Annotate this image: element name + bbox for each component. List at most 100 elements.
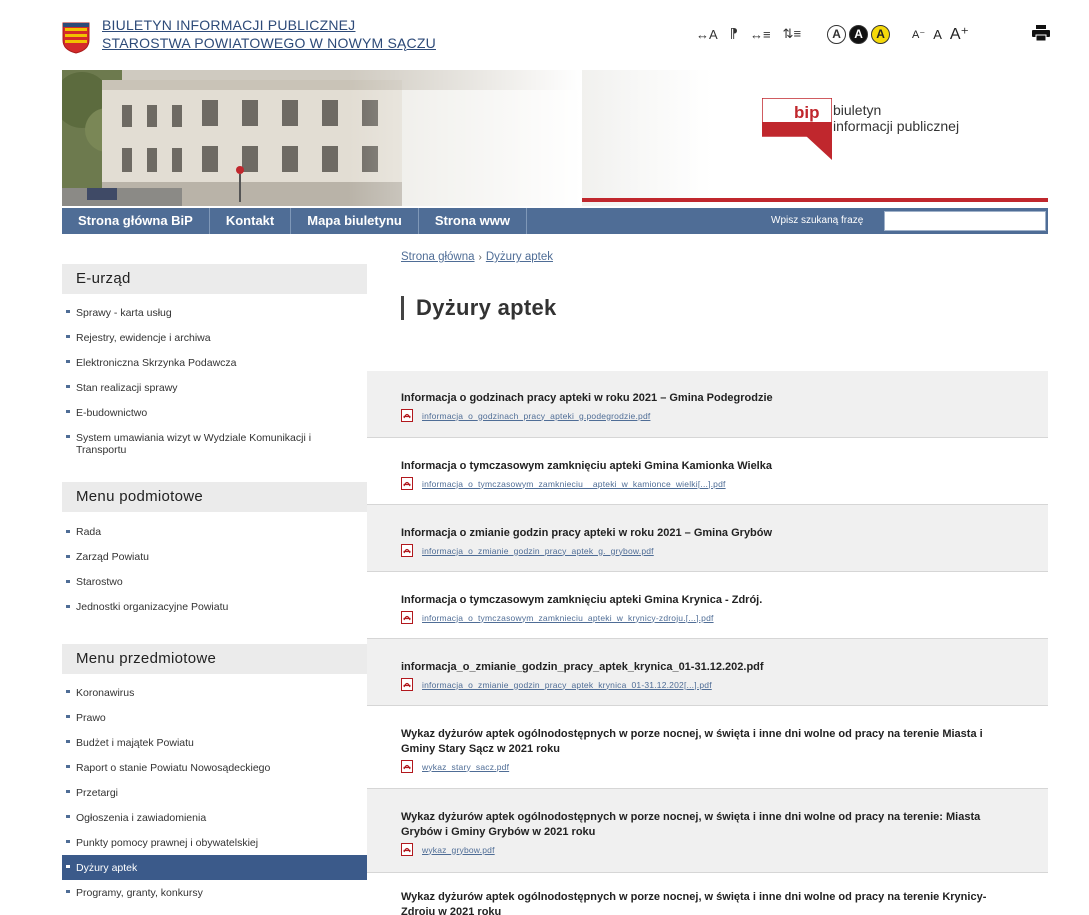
breadcrumb-separator: › bbox=[478, 252, 482, 263]
sidebar-list-menu-podmiotowe: Rada Zarząd Powiatu Starostwo Jednostki … bbox=[62, 512, 367, 620]
document-file-link[interactable]: wykaz_grybow.pdf bbox=[422, 845, 495, 855]
sidebar-item-sprawy[interactable]: Sprawy - karta usług bbox=[62, 300, 367, 325]
sidebar-section-e-urzad: E-urząd Sprawy - karta usług Rejestry, e… bbox=[62, 264, 367, 462]
main-navigation: Strona główna BiP Kontakt Mapa biuletynu… bbox=[62, 208, 1048, 234]
font-larger-button[interactable]: A⁺ bbox=[950, 24, 969, 44]
nav-item-contact[interactable]: Kontakt bbox=[210, 208, 292, 234]
search-label: Wpisz szukaną frazę bbox=[771, 215, 864, 226]
font-smaller-button[interactable]: A⁻ bbox=[912, 28, 925, 41]
page-title: Dyżury aptek bbox=[401, 296, 557, 320]
document-file: wykaz_grybow.pdf bbox=[401, 843, 1014, 856]
document-title: Informacja o godzinach pracy apteki w ro… bbox=[401, 392, 773, 404]
sidebar-heading-menu-przedmiotowe: Menu przedmiotowe bbox=[62, 644, 367, 674]
letter-spacing-button[interactable]: ↔A bbox=[696, 27, 718, 42]
sidebar-section-menu-podmiotowe: Menu podmiotowe Rada Zarząd Powiatu Star… bbox=[62, 482, 367, 620]
sidebar-item-dyzury-aptek[interactable]: Dyżury aptek bbox=[62, 855, 367, 880]
document-file-link[interactable]: wykaz_stary_sacz.pdf bbox=[422, 762, 509, 772]
breadcrumb-home-link[interactable]: Strona główna bbox=[401, 251, 475, 263]
contrast-default-button[interactable]: A bbox=[827, 24, 847, 44]
sidebar-list-e-urzad: Sprawy - karta usług Rejestry, ewidencje… bbox=[62, 294, 367, 462]
document-entry: informacja_o_zmianie_godzin_pracy_aptek_… bbox=[367, 639, 1048, 706]
document-file: informacja_o_godzinach_pracy_apteki_g.po… bbox=[401, 409, 1014, 422]
document-title: Wykaz dyżurów aptek ogólnodostępnych w p… bbox=[401, 811, 981, 838]
pdf-icon bbox=[401, 678, 413, 691]
document-entry: Informacja o zmianie godzin pracy apteki… bbox=[367, 505, 1048, 572]
document-title: informacja_o_zmianie_godzin_pracy_aptek_… bbox=[401, 661, 764, 673]
site-title-link[interactable]: BIULETYN INFORMACJI PUBLICZNEJ STAROSTWA… bbox=[102, 16, 436, 52]
breadcrumb: Strona główna › Dyżury aptek bbox=[401, 251, 553, 263]
sidebar-item-e-budownictwo[interactable]: E-budownictwo bbox=[62, 400, 367, 425]
sidebar-item-rada[interactable]: Rada bbox=[62, 520, 367, 545]
bip-caption-line1: biuletyn bbox=[833, 102, 882, 118]
document-file-link[interactable]: informacja_o_zmianie_godzin_pracy_aptek_… bbox=[422, 680, 712, 690]
pdf-icon bbox=[401, 544, 413, 557]
breadcrumb-current-link[interactable]: Dyżury aptek bbox=[486, 251, 553, 263]
document-entry: Wykaz dyżurów aptek ogólnodostępnych w p… bbox=[367, 873, 1048, 915]
sidebar-item-jednostki[interactable]: Jednostki organizacyjne Powiatu bbox=[62, 595, 367, 620]
sidebar-item-koronawirus[interactable]: Koronawirus bbox=[62, 680, 367, 705]
paragraph-spacing-button[interactable]: ⁋ bbox=[730, 26, 738, 42]
line-height-button[interactable]: ⇅≡ bbox=[783, 26, 801, 42]
sidebar: E-urząd Sprawy - karta usług Rejestry, e… bbox=[62, 264, 367, 905]
document-file-link[interactable]: informacja_o_tymczasowym_zamknieciu__apt… bbox=[422, 479, 726, 489]
document-entry: Informacja o tymczasowym zamknięciu apte… bbox=[367, 572, 1048, 639]
document-title: Informacja o zmianie godzin pracy apteki… bbox=[401, 527, 773, 539]
header-banner: bip biuletyn informacji publicznej bbox=[62, 70, 1048, 206]
bip-logo-icon: bip bbox=[762, 98, 832, 160]
document-entry: Informacja o godzinach pracy apteki w ro… bbox=[367, 371, 1048, 438]
sidebar-item-punkty-pomocy[interactable]: Punkty pomocy prawnej i obywatelskiej bbox=[62, 830, 367, 855]
pdf-icon bbox=[401, 477, 413, 490]
building-photo bbox=[62, 70, 582, 206]
nav-item-home[interactable]: Strona główna BiP bbox=[62, 208, 210, 234]
sidebar-item-rejestry[interactable]: Rejestry, ewidencje i archiwa bbox=[62, 325, 367, 350]
sidebar-item-stan-realizacji[interactable]: Stan realizacji sprawy bbox=[62, 375, 367, 400]
sidebar-section-menu-przedmiotowe: Menu przedmiotowe Koronawirus Prawo Budż… bbox=[62, 644, 367, 905]
print-icon[interactable] bbox=[1032, 25, 1050, 41]
pdf-icon bbox=[401, 611, 413, 624]
sidebar-item-raport[interactable]: Raport o stanie Powiatu Nowosądeckiego bbox=[62, 755, 367, 780]
pdf-icon bbox=[401, 409, 413, 422]
document-file: informacja_o_tymczasowym_zamknieciu__apt… bbox=[401, 477, 1014, 490]
document-file-link[interactable]: informacja_o_godzinach_pracy_apteki_g.po… bbox=[422, 411, 650, 421]
document-title: Wykaz dyżurów aptek ogólnodostępnych w p… bbox=[401, 728, 983, 755]
sidebar-item-prawo[interactable]: Prawo bbox=[62, 705, 367, 730]
sidebar-item-ogloszenia[interactable]: Ogłoszenia i zawiadomienia bbox=[62, 805, 367, 830]
contrast-yellow-button[interactable]: A bbox=[871, 24, 891, 44]
document-file: informacja_o_zmianie_godzin_pracy_aptek_… bbox=[401, 544, 1014, 557]
nav-item-sitemap[interactable]: Mapa biuletynu bbox=[291, 208, 419, 234]
word-spacing-button[interactable]: ↔≡ bbox=[750, 27, 771, 42]
bip-caption: biuletyn informacji publicznej bbox=[833, 102, 959, 134]
document-file: informacja_o_zmianie_godzin_pracy_aptek_… bbox=[401, 678, 1014, 691]
site-header: BIULETYN INFORMACJI PUBLICZNEJ STAROSTWA… bbox=[0, 0, 1089, 68]
sidebar-item-przetargi[interactable]: Przetargi bbox=[62, 780, 367, 805]
contrast-black-button[interactable]: A bbox=[849, 24, 869, 44]
document-file: wykaz_stary_sacz.pdf bbox=[401, 760, 1014, 773]
document-list: Informacja o godzinach pracy apteki w ro… bbox=[367, 371, 1048, 915]
banner-red-stripe bbox=[582, 198, 1048, 202]
search-input[interactable] bbox=[884, 211, 1046, 231]
site-title-line1: BIULETYN INFORMACJI PUBLICZNEJ bbox=[102, 17, 356, 33]
site-title-line2: STAROSTWA POWIATOWEGO W NOWYM SĄCZU bbox=[102, 35, 436, 51]
sidebar-item-zarzad[interactable]: Zarząd Powiatu bbox=[62, 545, 367, 570]
document-title: Informacja o tymczasowym zamknięciu apte… bbox=[401, 594, 763, 606]
sidebar-item-epuap[interactable]: Elektroniczna Skrzynka Podawcza bbox=[62, 350, 367, 375]
document-entry: Wykaz dyżurów aptek ogólnodostępnych w p… bbox=[367, 706, 1048, 789]
sidebar-item-system-wizyt[interactable]: System umawiania wizyt w Wydziale Komuni… bbox=[62, 425, 367, 462]
document-title: Informacja o tymczasowym zamknięciu apte… bbox=[401, 460, 772, 472]
bip-caption-line2: informacji publicznej bbox=[833, 118, 960, 134]
pdf-icon bbox=[401, 760, 413, 773]
nav-item-website[interactable]: Strona www bbox=[419, 208, 527, 234]
document-title: Wykaz dyżurów aptek ogólnodostępnych w p… bbox=[401, 891, 987, 915]
document-entry: Wykaz dyżurów aptek ogólnodostępnych w p… bbox=[367, 789, 1048, 873]
document-file-link[interactable]: informacja_o_tymczasowym_zamknieciu_apte… bbox=[422, 613, 714, 623]
coat-of-arms-icon[interactable] bbox=[62, 22, 90, 54]
pdf-icon bbox=[401, 843, 413, 856]
sidebar-list-menu-przedmiotowe: Koronawirus Prawo Budżet i majątek Powia… bbox=[62, 674, 367, 905]
sidebar-item-programy[interactable]: Programy, granty, konkursy bbox=[62, 880, 367, 905]
sidebar-item-starostwo[interactable]: Starostwo bbox=[62, 570, 367, 595]
sidebar-heading-e-urzad: E-urząd bbox=[62, 264, 367, 294]
font-normal-button[interactable]: A bbox=[933, 27, 942, 42]
document-file-link[interactable]: informacja_o_zmianie_godzin_pracy_aptek_… bbox=[422, 546, 654, 556]
sidebar-item-budzet[interactable]: Budżet i majątek Powiatu bbox=[62, 730, 367, 755]
document-file: informacja_o_tymczasowym_zamknieciu_apte… bbox=[401, 611, 1014, 624]
